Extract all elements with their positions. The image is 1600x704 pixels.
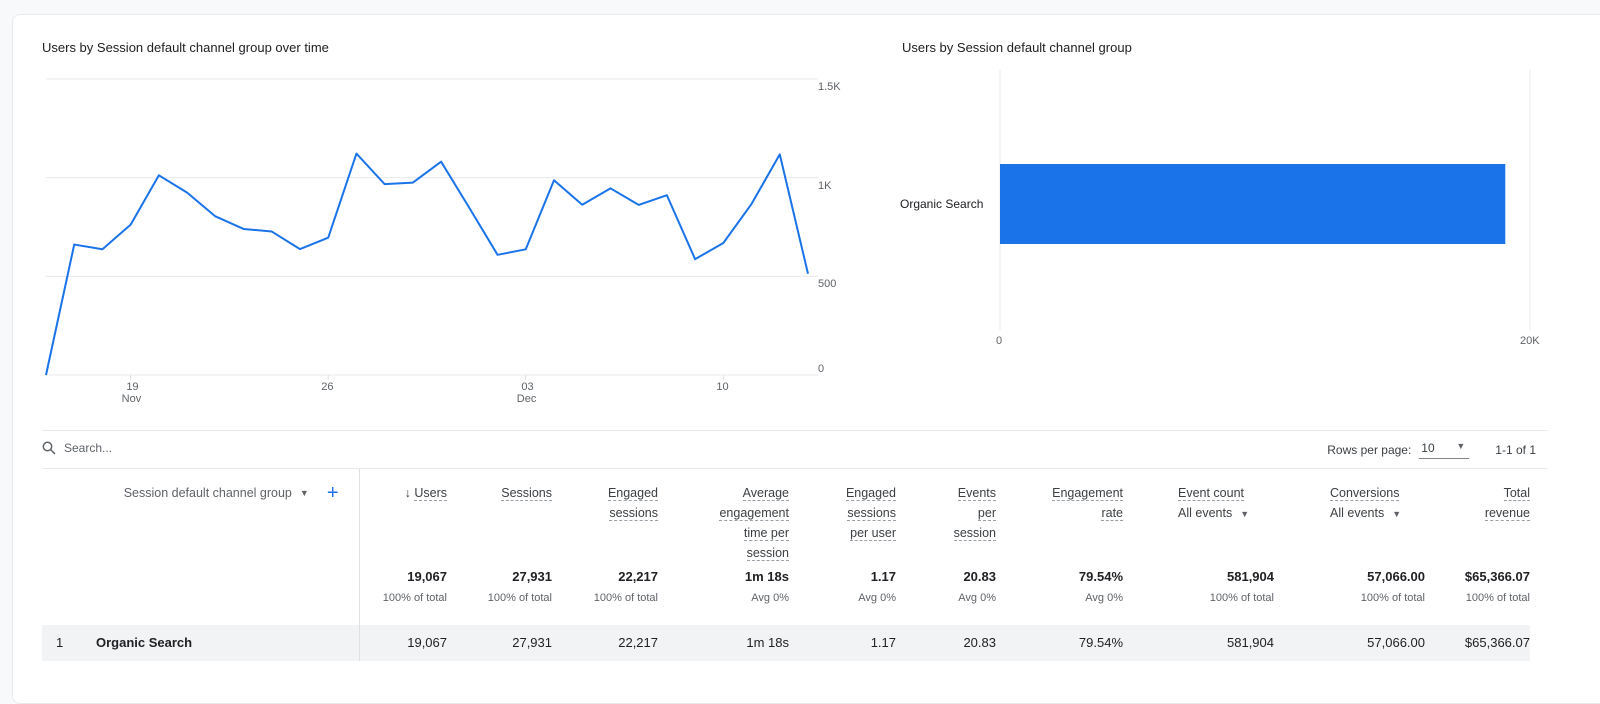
cell-events-per-session: 20.83 <box>896 625 996 661</box>
filter-value: All events <box>1330 506 1385 520</box>
bar-x-tick-20k: 20K <box>1520 335 1540 347</box>
total-sub-avg-engagement-time: Avg 0% <box>751 592 789 604</box>
total-event-count: 581,904 <box>1227 569 1274 584</box>
total-sessions: 27,931 <box>512 569 552 584</box>
sort-desc-icon: ↓ <box>404 486 411 500</box>
search-placeholder: Search... <box>64 441 113 455</box>
row-dimension[interactable]: Organic Search <box>96 625 360 661</box>
search-input[interactable]: Search... <box>42 441 112 455</box>
search-icon <box>42 441 56 455</box>
column-label: Engaged sessions <box>607 486 658 521</box>
total-sub-users: 100% of total <box>382 592 447 604</box>
column-label: Engaged sessions per user <box>845 486 896 541</box>
column-label: Events per session <box>953 486 996 541</box>
page-range: 1-1 of 1 <box>1495 443 1536 457</box>
column-header-total-revenue[interactable]: Total revenue <box>1425 469 1530 569</box>
column-header-engaged-sessions-per-user[interactable]: Engaged sessions per user <box>789 469 896 569</box>
conversions-filter[interactable]: All events ▼ <box>1330 506 1401 520</box>
total-total-revenue: $65,366.07 <box>1464 569 1530 584</box>
total-conversions: 57,066.00 <box>1367 569 1425 584</box>
column-label: Total revenue <box>1484 486 1530 521</box>
column-label: Event count <box>1178 486 1245 501</box>
table-row[interactable]: 1 Organic Search 19,067 27,931 22,217 1m 18… <box>42 625 1530 661</box>
rows-per-page-select[interactable]: 10 ▼ <box>1419 441 1470 459</box>
column-label: Sessions <box>501 486 552 501</box>
bar-chart <box>999 70 1531 330</box>
rows-per-page-value: 10 <box>1421 441 1435 455</box>
event-count-filter[interactable]: All events ▼ <box>1178 506 1249 520</box>
total-sub-conversions: 100% of total <box>1360 592 1425 604</box>
column-header-engaged-sessions[interactable]: Engaged sessions <box>552 469 658 569</box>
rows-per-page-label: Rows per page: <box>1327 443 1412 457</box>
total-events-per-session: 20.83 <box>963 569 996 584</box>
chevron-down-icon: ▼ <box>299 488 309 498</box>
totals-row: 19,067 27,931 22,217 1m 18s 1.17 20.83 79.54% 5… <box>42 569 1530 589</box>
dimension-header: Session default channel group <box>123 486 292 500</box>
total-engaged-sessions-per-user: 1.17 <box>870 569 896 584</box>
cell-sessions: 27,931 <box>447 625 552 661</box>
cell-conversions: 57,066.00 <box>1274 625 1425 661</box>
cell-event-count: 581,904 <box>1123 625 1274 661</box>
total-sub-engagement-rate: Avg 0% <box>1085 592 1123 604</box>
column-header-event-count[interactable]: Event count All events ▼ <box>1123 469 1274 569</box>
column-header-sessions[interactable]: Sessions <box>447 469 552 569</box>
cell-users: 19,067 <box>359 625 447 661</box>
total-engagement-rate: 79.54% <box>1078 569 1123 584</box>
total-sub-events-per-session: Avg 0% <box>958 592 996 604</box>
bar-organic-search[interactable] <box>1000 164 1506 244</box>
total-engaged-sessions: 22,217 <box>618 569 658 584</box>
total-sub-total-revenue: 100% of total <box>1465 592 1530 604</box>
row-index: 1 <box>42 625 96 661</box>
column-label: Average engagement time per session <box>719 486 789 561</box>
total-sub-engaged-sessions-per-user: Avg 0% <box>858 592 896 604</box>
cell-engagement-rate: 79.54% <box>996 625 1123 661</box>
column-header-users[interactable]: ↓ Users <box>359 469 447 569</box>
total-users: 19,067 <box>407 569 447 584</box>
cell-engaged-sessions-per-user: 1.17 <box>789 625 896 661</box>
column-label: Engagement rate <box>1052 486 1123 521</box>
data-table: Session default channel group ▼ + ↓ User… <box>42 469 1530 661</box>
column-label: Users <box>414 486 447 501</box>
chevron-down-icon: ▼ <box>1456 441 1466 451</box>
total-sub-event-count: 100% of total <box>1209 592 1274 604</box>
total-avg-engagement-time: 1m 18s <box>744 569 789 584</box>
chevron-down-icon: ▼ <box>1240 509 1250 519</box>
pagination: Rows per page: 10 ▼ 1-1 of 1 <box>1327 441 1536 459</box>
cell-total-revenue: $65,366.07 <box>1425 625 1530 661</box>
column-header-conversions[interactable]: Conversions All events ▼ <box>1274 469 1425 569</box>
column-label: Conversions <box>1330 486 1400 501</box>
column-header-events-per-session[interactable]: Events per session <box>896 469 996 569</box>
column-header-engagement-rate[interactable]: Engagement rate <box>996 469 1123 569</box>
chevron-down-icon: ▼ <box>1392 509 1402 519</box>
divider <box>42 430 1548 431</box>
total-sub-sessions: 100% of total <box>487 592 552 604</box>
dimension-selector[interactable]: Session default channel group ▼ + <box>96 483 339 503</box>
column-header-avg-engagement-time[interactable]: Average engagement time per session <box>658 469 789 569</box>
bar-category-label: Organic Search <box>900 197 984 211</box>
cell-avg-engagement-time: 1m 18s <box>658 625 789 661</box>
add-dimension-icon[interactable]: + <box>327 483 339 503</box>
cell-engaged-sessions: 22,217 <box>552 625 658 661</box>
total-sub-engaged-sessions: 100% of total <box>593 592 658 604</box>
filter-value: All events <box>1178 506 1233 520</box>
totals-sub-row: 100% of total 100% of total 100% of total A… <box>42 589 1530 625</box>
bar-x-tick-0: 0 <box>996 335 1003 347</box>
